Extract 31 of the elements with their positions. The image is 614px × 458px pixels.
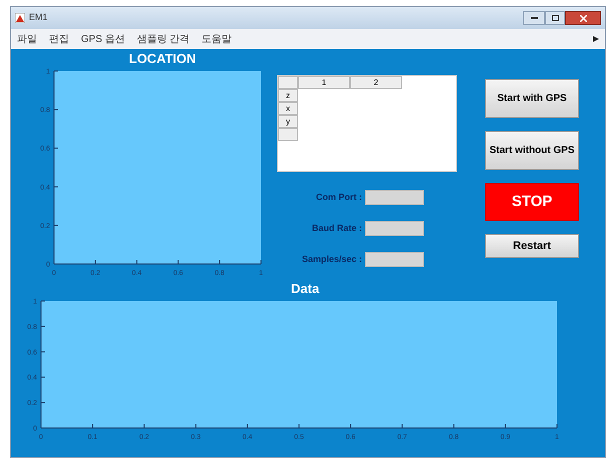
field-label: Com Port : (315, 190, 363, 204)
app-icon (15, 13, 25, 23)
row-header (278, 128, 298, 141)
arrow-icon[interactable] (593, 36, 599, 42)
menu-item[interactable]: GPS 옵션 (81, 32, 125, 46)
action-button[interactable]: Start without GPS (485, 131, 579, 170)
menu-item[interactable]: 편집 (49, 32, 69, 46)
input-field[interactable] (365, 190, 424, 205)
input-field[interactable] (365, 221, 424, 236)
input-field[interactable] (365, 252, 424, 267)
row-header: y (278, 115, 298, 128)
menu-item[interactable]: 파일 (17, 32, 37, 46)
row-header: z (278, 89, 298, 102)
close-icon (580, 14, 586, 22)
action-button[interactable]: Restart (485, 234, 579, 258)
chart-title: Data (291, 281, 320, 297)
column-header: 2 (350, 76, 402, 89)
menu-item[interactable]: 샘플링 간격 (136, 32, 190, 46)
field-label: Baud Rate : (310, 222, 363, 235)
field-label: Samples/sec : (300, 252, 363, 266)
close-button[interactable] (565, 11, 601, 25)
table-corner (278, 76, 298, 89)
stop-button[interactable]: STOP (485, 183, 579, 221)
menu-item[interactable]: 도움말 (202, 32, 232, 46)
maximize-button[interactable] (545, 11, 565, 25)
column-header: 1 (298, 76, 350, 89)
action-button[interactable]: Start with GPS (485, 79, 579, 118)
chart-title: LOCATION (129, 51, 197, 67)
window-title: EM1 (29, 11, 48, 24)
minimize-button[interactable] (523, 11, 545, 25)
row-header: x (278, 102, 298, 115)
